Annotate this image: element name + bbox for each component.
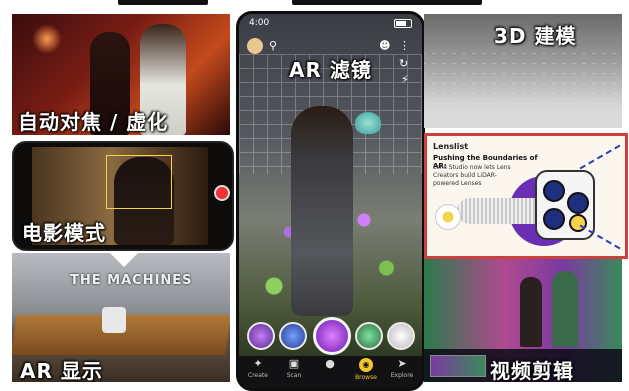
nav-scan-label: Scan: [286, 372, 302, 379]
butterfly-icon: [355, 112, 381, 134]
nav-browse[interactable]: ◉ Browse: [349, 358, 383, 381]
ar-filter-phone: 4:00 ⚲ ☻ ⋮ ↻ ⚡ AR 滤镜 ✦ Create ▣ Scan ● ◉…: [236, 11, 425, 391]
nav-capture[interactable]: ●: [313, 358, 347, 372]
create-icon: ✦: [253, 357, 263, 370]
lens-option[interactable]: [387, 322, 415, 350]
capture-icon: ●: [325, 357, 335, 370]
ar-chevron-icon: [110, 253, 138, 267]
search-icon[interactable]: ⚲: [269, 40, 277, 52]
dancer-left-figure: [520, 277, 542, 347]
browse-icon: ◉: [359, 358, 373, 372]
room-floor: [424, 94, 622, 128]
add-friend-icon[interactable]: ☻: [379, 40, 390, 52]
ar-filter-caption: AR 滤镜: [289, 58, 372, 82]
scan-icon: ▣: [288, 357, 300, 370]
ar-display-panel: THE MACHINES AR 显示: [12, 253, 230, 382]
lens-option[interactable]: [247, 322, 275, 350]
lens-option[interactable]: [279, 322, 307, 350]
nav-explore-label: Explore: [390, 372, 414, 379]
battery-icon: [394, 19, 412, 28]
cinematic-panel: 电影模式: [12, 141, 234, 251]
cinematic-caption: 电影模式: [22, 221, 106, 245]
card-subtext: Lens Studio now lets Lens Creators build…: [433, 164, 511, 187]
nav-scan[interactable]: ▣ Scan: [277, 357, 311, 380]
nav-create-label: Create: [248, 372, 268, 379]
timeline-thumbnail: [430, 355, 486, 377]
autofocus-panel: 自动对焦 / 虚化: [12, 14, 230, 135]
flip-camera-icon[interactable]: ↻: [399, 58, 408, 70]
card-brand: Lenslist: [433, 142, 469, 151]
record-button: [214, 185, 230, 201]
autofocus-caption: 自动对焦 / 虚化: [18, 110, 169, 134]
ar-board-title: THE MACHINES: [70, 273, 193, 288]
flash-icon[interactable]: ⚡: [401, 74, 409, 86]
video-edit-caption: 视频剪辑: [490, 359, 574, 382]
status-time: 4:00: [249, 18, 270, 28]
person-figure: [291, 106, 353, 316]
nav-explore[interactable]: ➤ Explore: [385, 357, 419, 380]
focus-box: [106, 155, 172, 209]
modeling-caption: 3D 建模: [494, 24, 577, 48]
more-icon[interactable]: ⋮: [399, 40, 410, 52]
camera-lens: [543, 180, 565, 202]
nav-create[interactable]: ✦ Create: [241, 357, 275, 380]
dancer-right-figure: [552, 271, 578, 347]
bokeh-light: [32, 24, 62, 54]
lens-carousel: [239, 316, 422, 356]
flower-icon: [435, 204, 461, 230]
lenslist-card: Lenslist Pushing the Boundaries of AR: L…: [424, 133, 628, 259]
lens-option[interactable]: [355, 322, 383, 350]
lens-selected[interactable]: [313, 317, 351, 355]
nav-browse-label: Browse: [355, 374, 377, 381]
ar-display-caption: AR 显示: [20, 359, 103, 382]
camera-lens: [543, 208, 565, 230]
modeling-panel: 3D 建模: [424, 14, 622, 128]
explore-icon: ➤: [397, 357, 407, 370]
camera-lens: [567, 192, 589, 214]
dashed-ray: [579, 144, 621, 170]
ar-object: [102, 307, 126, 333]
lidar-beam: [457, 198, 537, 224]
video-edit-panel: 视频剪辑: [424, 259, 622, 382]
status-bar: 4:00: [249, 18, 412, 30]
bottom-nav: ✦ Create ▣ Scan ● ◉ Browse ➤ Explore: [239, 356, 422, 388]
avatar[interactable]: [247, 38, 263, 54]
